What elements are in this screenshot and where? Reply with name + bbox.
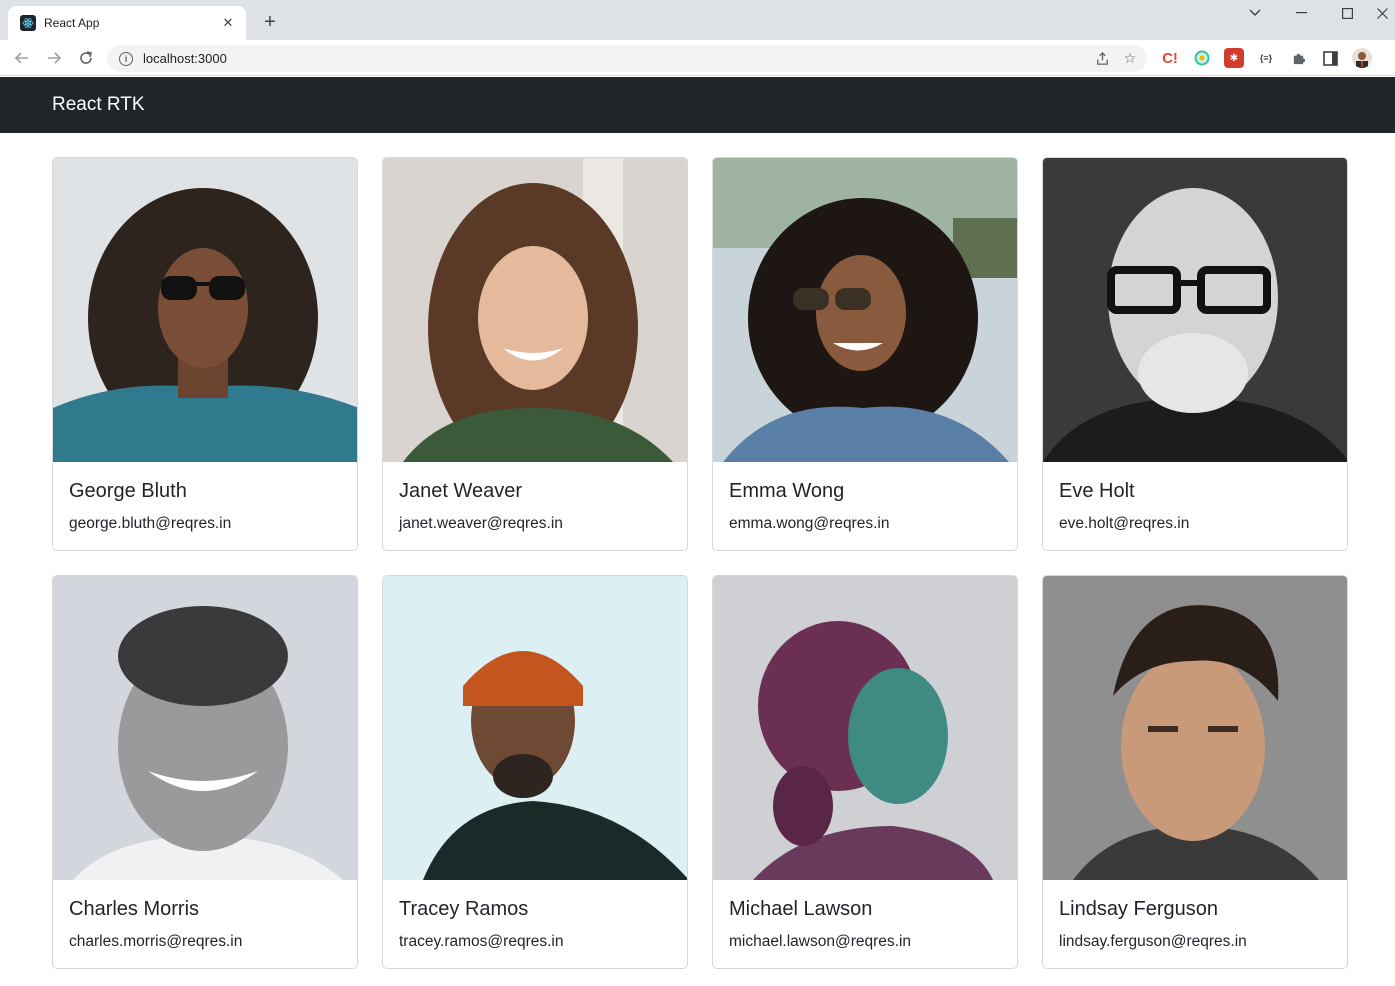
user-name: Tracey Ramos [399,898,529,920]
minimize-icon[interactable] [1278,0,1324,26]
user-card[interactable]: Janet Weaver janet.weaver@reqres.in [382,157,688,551]
user-name: Charles Morris [69,898,200,920]
new-tab-icon[interactable]: + [258,10,282,34]
user-email: emma.wong@reqres.in [729,515,890,532]
user-email: tracey.ramos@reqres.in [399,933,564,950]
user-name: Lindsay Ferguson [1059,898,1218,920]
user-avatar [53,576,357,880]
maximize-icon[interactable] [1324,0,1370,26]
extension-circle-icon[interactable] [1192,48,1212,68]
user-card[interactable]: Tracey Ramos tracey.ramos@reqres.in [382,575,688,969]
user-name: Michael Lawson [729,898,873,920]
navbar-brand[interactable]: React RTK [52,94,145,116]
user-avatar [1043,576,1347,880]
extensions-puzzle-icon[interactable] [1288,48,1308,68]
share-icon[interactable] [1091,48,1113,70]
user-card[interactable]: Emma Wong emma.wong@reqres.in [712,157,1018,551]
user-card[interactable]: George Bluth george.bluth@reqres.in [52,157,358,551]
site-info-icon[interactable]: i [119,51,133,66]
extension-c-icon[interactable]: C! [1160,48,1180,68]
user-email: janet.weaver@reqres.in [399,515,563,532]
user-card[interactable]: Lindsay Ferguson lindsay.ferguson@reqres… [1042,575,1348,969]
user-name: George Bluth [69,480,187,502]
extension-red-icon[interactable]: ✱ [1224,48,1244,68]
back-arrow-icon[interactable] [10,46,34,70]
user-avatar [383,576,687,880]
user-email: eve.holt@reqres.in [1059,515,1190,532]
user-card[interactable]: Eve Holt eve.holt@reqres.in [1042,157,1348,551]
user-card[interactable]: Charles Morris charles.morris@reqres.in [52,575,358,969]
user-email: lindsay.ferguson@reqres.in [1059,933,1247,950]
user-email: michael.lawson@reqres.in [729,933,912,950]
reload-icon[interactable] [74,46,98,70]
profile-avatar-icon[interactable] [1352,48,1372,68]
user-name: Janet Weaver [399,480,523,502]
extension-json-icon[interactable]: {≡} [1256,48,1276,68]
user-avatar [713,576,1017,880]
bookmark-star-icon[interactable]: ☆ [1119,48,1141,70]
forward-arrow-icon[interactable] [42,46,66,70]
user-avatar [713,158,1017,462]
user-card[interactable]: Michael Lawson michael.lawson@reqres.in [712,575,1018,969]
browser-tab-bar: React App ✕ + [0,0,1395,40]
tab-search-icon[interactable] [1232,0,1278,26]
app-navbar: React RTK [0,77,1395,133]
close-tab-icon[interactable]: ✕ [220,15,236,31]
browser-toolbar: i localhost:3000 ☆ [0,40,1395,76]
address-bar[interactable]: i localhost:3000 ☆ [107,45,1147,72]
user-email: george.bluth@reqres.in [69,515,232,532]
url-text[interactable]: localhost:3000 [143,51,1091,66]
user-avatar [53,158,357,462]
user-avatar [1043,158,1347,462]
user-name: Eve Holt [1059,480,1135,502]
user-email: charles.morris@reqres.in [69,933,243,950]
user-name: Emma Wong [729,480,845,502]
user-avatar [383,158,687,462]
tab-title: React App [44,16,100,30]
react-favicon-icon [20,15,36,31]
browser-tab[interactable]: React App ✕ [8,6,246,40]
side-panel-icon[interactable] [1320,48,1340,68]
close-window-icon[interactable] [1370,0,1395,26]
